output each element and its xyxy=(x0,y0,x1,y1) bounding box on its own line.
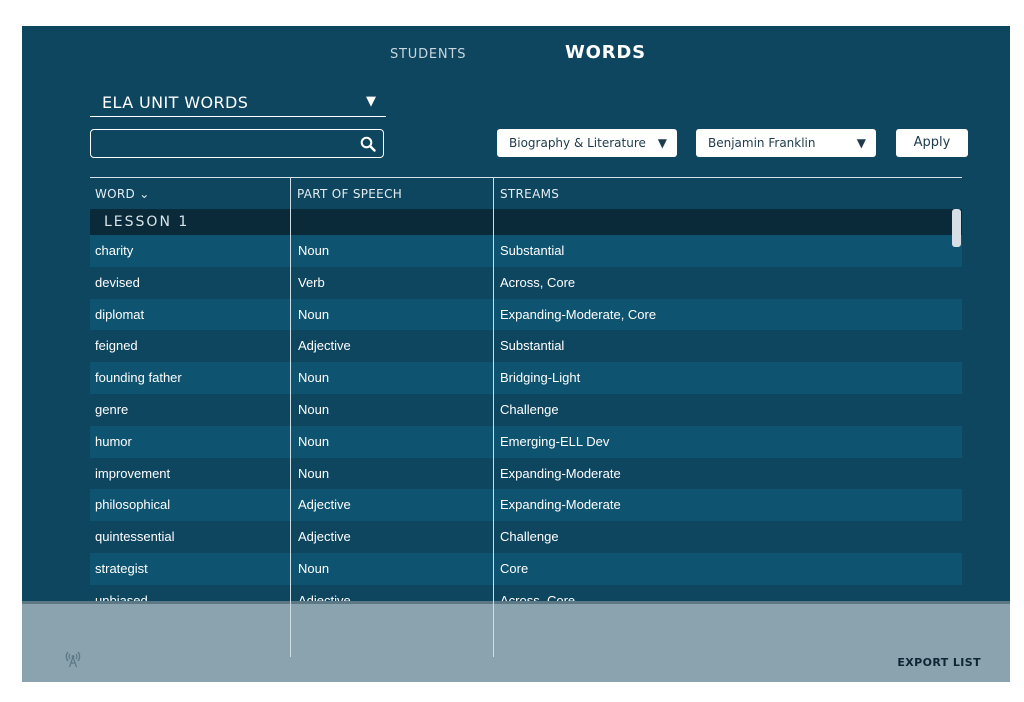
part-of-speech-cell: Noun xyxy=(298,306,330,322)
table-row[interactable]: devised Verb Across, Core xyxy=(90,266,962,299)
table-row[interactable]: founding father Noun Bridging-Light xyxy=(90,362,962,394)
unit-select-label: ELA UNIT WORDS xyxy=(102,93,249,112)
table-row[interactable]: humor Noun Emerging-ELL Dev xyxy=(90,425,962,458)
column-divider xyxy=(290,177,291,657)
table-row[interactable]: diplomat Noun Expanding-Moderate, Core xyxy=(90,298,962,331)
streams-cell: Across, Core xyxy=(500,592,576,601)
table-row[interactable]: quintessential Adjective Challenge xyxy=(90,521,962,553)
part-of-speech-cell: Adjective xyxy=(298,497,351,513)
chevron-down-icon: ▼ xyxy=(366,94,376,109)
table-row[interactable]: unbiased Adjective Across, Core xyxy=(90,584,962,601)
signal-icon xyxy=(65,651,81,668)
streams-cell: Substantial xyxy=(500,243,565,258)
person-dropdown-label: Benjamin Franklin xyxy=(708,136,816,150)
search-input[interactable] xyxy=(97,133,347,154)
tab-students[interactable]: STUDENTS xyxy=(390,47,466,62)
streams-cell: Expanding-Moderate, Core xyxy=(500,306,657,322)
word-cell: philosophical xyxy=(95,497,171,513)
table-row[interactable]: strategist Noun Core xyxy=(90,552,962,585)
table-header-row: WORD ⌄ PART OF SPEECH STREAMS xyxy=(90,177,962,209)
table-row[interactable]: charity Noun Substantial xyxy=(90,235,962,267)
table-row[interactable]: feigned Adjective Substantial xyxy=(90,330,962,363)
part-of-speech-cell: Noun xyxy=(298,465,330,481)
column-header-word[interactable]: WORD ⌄ xyxy=(95,187,150,201)
chevron-down-icon: ▼ xyxy=(657,136,667,150)
word-cell: improvement xyxy=(95,465,171,481)
category-dropdown-label: Biography & Literature xyxy=(509,136,646,150)
column-divider xyxy=(493,177,494,657)
word-table-header: WORD ⌄ PART OF SPEECH STREAMS xyxy=(90,177,962,209)
streams-cell: Challenge xyxy=(500,401,559,417)
part-of-speech-cell: Verb xyxy=(298,274,325,290)
part-of-speech-cell: Noun xyxy=(298,243,330,258)
part-of-speech-cell: Noun xyxy=(298,370,330,386)
word-cell: founding father xyxy=(95,370,182,386)
word-cell: genre xyxy=(95,401,129,417)
streams-cell: Emerging-ELL Dev xyxy=(500,433,610,449)
word-cell: diplomat xyxy=(95,306,145,322)
streams-cell: Expanding-Moderate xyxy=(500,497,621,513)
part-of-speech-cell: Adjective xyxy=(298,592,351,601)
column-header-streams: STREAMS xyxy=(500,187,560,201)
word-cell: strategist xyxy=(95,560,148,576)
streams-cell: Core xyxy=(500,560,529,576)
word-cell: devised xyxy=(95,274,140,290)
streams-cell: Expanding-Moderate xyxy=(500,465,621,481)
search-box xyxy=(90,129,384,158)
word-cell: charity xyxy=(95,243,134,258)
person-dropdown[interactable]: Benjamin Franklin ▼ xyxy=(696,129,876,157)
word-cell: quintessential xyxy=(95,529,175,545)
streams-cell: Across, Core xyxy=(500,274,576,290)
chevron-down-icon: ▼ xyxy=(856,136,866,150)
part-of-speech-cell: Noun xyxy=(298,401,330,417)
app-window: STUDENTS WORDS ELA UNIT WORDS ▼ Biograph… xyxy=(22,26,1010,682)
part-of-speech-cell: Adjective xyxy=(298,338,351,354)
unit-select[interactable]: ELA UNIT WORDS ▼ xyxy=(90,88,386,117)
search-icon[interactable] xyxy=(360,136,376,152)
word-table-body: LESSON 1 charity Noun Substantial devised Ve… xyxy=(90,209,962,601)
export-list-button[interactable]: EXPORT LIST xyxy=(897,656,981,669)
table-row[interactable]: genre Noun Challenge xyxy=(90,393,962,426)
tab-words[interactable]: WORDS xyxy=(565,42,646,63)
streams-cell: Bridging-Light xyxy=(500,370,581,386)
lesson-label: LESSON 1 xyxy=(104,214,190,230)
apply-button[interactable]: Apply xyxy=(896,129,968,157)
word-cell: feigned xyxy=(95,338,138,354)
part-of-speech-cell: Noun xyxy=(298,560,330,576)
lesson-group-header: LESSON 1 xyxy=(90,209,962,235)
category-dropdown[interactable]: Biography & Literature ▼ xyxy=(497,129,677,157)
table-row[interactable]: philosophical Adjective Expanding-Moderate xyxy=(90,489,962,522)
streams-cell: Substantial xyxy=(500,338,565,354)
word-cell: unbiased xyxy=(95,592,148,601)
word-cell: humor xyxy=(95,433,132,449)
row-list: charity Noun Substantial devised Verb Across,… xyxy=(90,235,962,601)
part-of-speech-cell: Adjective xyxy=(298,529,351,545)
part-of-speech-cell: Noun xyxy=(298,433,330,449)
table-row[interactable]: improvement Noun Expanding-Moderate xyxy=(90,457,962,490)
column-header-part-of-speech: PART OF SPEECH xyxy=(297,187,403,201)
streams-cell: Challenge xyxy=(500,529,559,545)
scrollbar-thumb[interactable] xyxy=(952,209,961,247)
top-tabs: STUDENTS WORDS xyxy=(22,26,1010,86)
footer-bar: EXPORT LIST xyxy=(22,601,1010,682)
